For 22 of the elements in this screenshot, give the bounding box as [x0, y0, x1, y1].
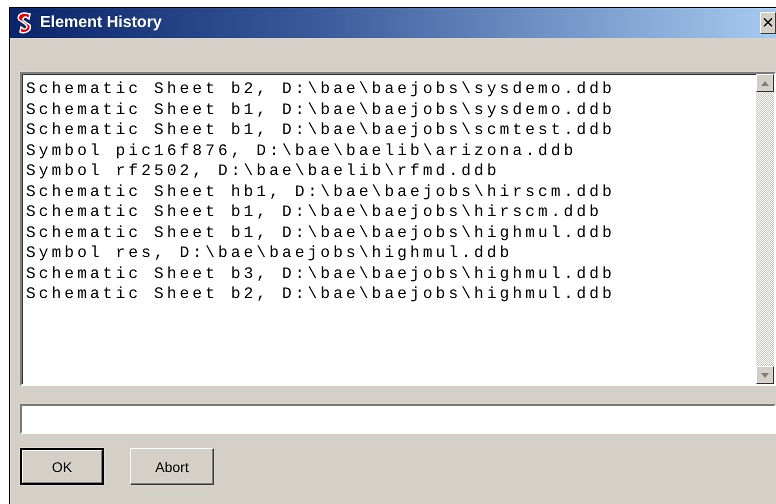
history-item[interactable]: Schematic Sheet hb1, D:\bae\baejobs\hirscm.ddb — [26, 182, 615, 202]
up-arrow-icon — [761, 80, 769, 86]
abort-button[interactable]: Abort — [130, 448, 214, 485]
input-field[interactable] — [20, 404, 776, 434]
history-item[interactable]: Schematic Sheet b2, D:\bae\baejobs\highmul.ddb — [26, 284, 615, 304]
history-item[interactable]: Schematic Sheet b1, D:\bae\baejobs\sysdemo.ddb — [26, 100, 615, 120]
history-item[interactable]: Symbol rf2502, D:\bae\baelib\rfmd.ddb — [26, 161, 500, 182]
history-item[interactable]: Schematic Sheet b1, D:\bae\baejobs\highmul.ddb — [26, 222, 615, 243]
ok-button[interactable]: OK — [20, 448, 104, 485]
down-arrow-icon — [761, 372, 769, 378]
history-item[interactable]: Schematic Sheet b2, D:\bae\baejobs\sysdemo.ddb — [26, 79, 615, 100]
history-item[interactable]: Schematic Sheet b3, D:\bae\baejobs\highmul.ddb — [26, 264, 615, 284]
history-item[interactable]: Symbol res, D:\bae\baejobs\highmul.ddb — [26, 243, 512, 264]
close-button[interactable]: × — [760, 12, 776, 34]
app-logo-icon — [16, 12, 34, 34]
scrollbar[interactable] — [756, 74, 774, 384]
scroll-down-button[interactable] — [756, 366, 774, 384]
scroll-up-button[interactable] — [756, 74, 774, 92]
history-item[interactable]: Schematic Sheet b1, D:\bae\baejobs\hirscm.ddb — [26, 202, 602, 222]
window-title: Element History — [40, 14, 163, 32]
history-item[interactable]: Schematic Sheet b1, D:\bae\baejobs\scmtest.ddb — [26, 120, 615, 140]
history-item[interactable]: Symbol pic16f876, D:\bae\baelib\arizona.ddb — [26, 140, 576, 161]
